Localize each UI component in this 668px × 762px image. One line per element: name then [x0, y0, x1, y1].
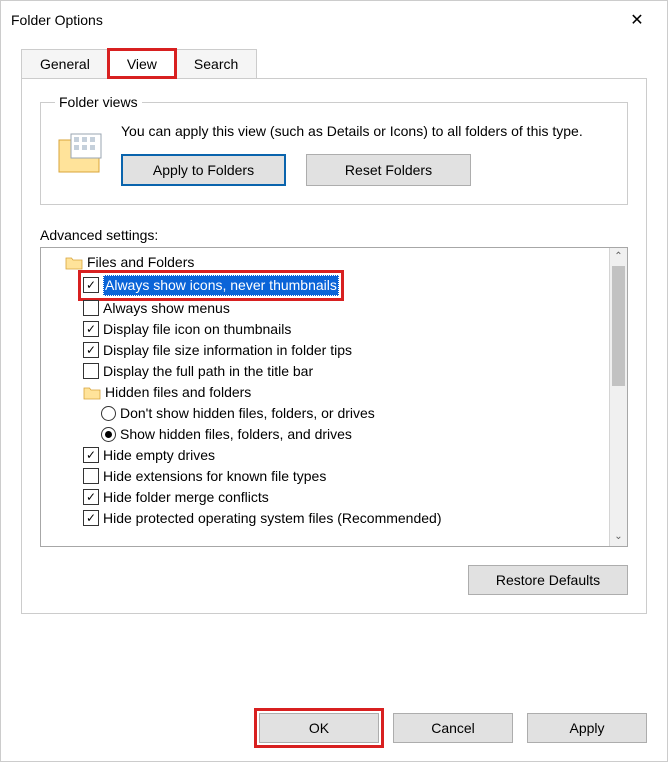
checkbox[interactable] — [83, 363, 99, 379]
tree-row-label: Hide protected operating system files (R… — [103, 508, 442, 529]
tree-row[interactable]: Show hidden files, folders, and drives — [47, 424, 609, 445]
checkbox[interactable]: ✓ — [83, 321, 99, 337]
tree-row[interactable]: ✓Display file size information in folder… — [47, 340, 609, 361]
scroll-track[interactable] — [610, 266, 627, 528]
tree-row-label: Hide empty drives — [103, 445, 215, 466]
scroll-thumb[interactable] — [612, 266, 625, 386]
title-bar: Folder Options ✕ — [1, 1, 667, 39]
folder-icon — [65, 255, 83, 270]
tree-row[interactable]: ✓Hide folder merge conflicts — [47, 487, 609, 508]
tree-row[interactable]: Hide extensions for known file types — [47, 466, 609, 487]
tree-row[interactable]: Hidden files and folders — [47, 382, 609, 403]
checkbox[interactable]: ✓ — [83, 342, 99, 358]
tree-row[interactable]: ✓Always show icons, never thumbnails — [47, 273, 609, 298]
checkbox[interactable]: ✓ — [83, 277, 99, 293]
advanced-settings-box: Files and Folders✓Always show icons, nev… — [40, 247, 628, 547]
close-icon[interactable]: ✕ — [617, 5, 657, 35]
tree-row-label: Display the full path in the title bar — [103, 361, 313, 382]
tree-row-label: Hide extensions for known file types — [103, 466, 326, 487]
tree-row-label: Display file size information in folder … — [103, 340, 352, 361]
restore-defaults-button[interactable]: Restore Defaults — [468, 565, 628, 595]
tree-row[interactable]: Always show menus — [47, 298, 609, 319]
tree-row[interactable]: Files and Folders — [47, 252, 609, 273]
folder-options-window: Folder Options ✕ General View Search Fol… — [0, 0, 668, 762]
dialog-footer: OK Cancel Apply — [1, 699, 667, 761]
tree-row-label: Files and Folders — [87, 252, 194, 273]
apply-button[interactable]: Apply — [527, 713, 647, 743]
tree-row[interactable]: Don't show hidden files, folders, or dri… — [47, 403, 609, 424]
checkbox[interactable]: ✓ — [83, 510, 99, 526]
window-title: Folder Options — [11, 12, 617, 28]
apply-to-folders-button[interactable]: Apply to Folders — [121, 154, 286, 186]
checkbox[interactable] — [83, 300, 99, 316]
tree-row[interactable]: ✓Display file icon on thumbnails — [47, 319, 609, 340]
content-area: General View Search Folder views — [1, 39, 667, 614]
folder-icon — [83, 385, 101, 400]
folder-views-legend: Folder views — [55, 94, 142, 110]
tree-row[interactable]: ✓Hide empty drives — [47, 445, 609, 466]
checkbox[interactable] — [83, 468, 99, 484]
ok-button[interactable]: OK — [259, 713, 379, 743]
tree-row[interactable]: ✓Hide protected operating system files (… — [47, 508, 609, 529]
tree-row-label: Always show icons, never thumbnails — [103, 275, 339, 296]
radio-button[interactable] — [101, 427, 116, 442]
cancel-button[interactable]: Cancel — [393, 713, 513, 743]
folder-views-icon — [55, 126, 107, 178]
tab-search[interactable]: Search — [175, 49, 257, 79]
tree-row-label: Always show menus — [103, 298, 230, 319]
folder-views-description: You can apply this view (such as Details… — [121, 122, 583, 142]
tree-row-label: Hide folder merge conflicts — [103, 487, 269, 508]
tree-row-label: Don't show hidden files, folders, or dri… — [120, 403, 375, 424]
reset-folders-button[interactable]: Reset Folders — [306, 154, 471, 186]
scrollbar[interactable]: ⌃ ⌄ — [609, 248, 627, 546]
checkbox[interactable]: ✓ — [83, 489, 99, 505]
tab-view[interactable]: View — [108, 49, 176, 78]
folder-views-right: You can apply this view (such as Details… — [121, 122, 583, 186]
tree-row-label: Hidden files and folders — [105, 382, 251, 403]
tab-general[interactable]: General — [21, 49, 109, 79]
tree-row-label: Show hidden files, folders, and drives — [120, 424, 352, 445]
radio-button[interactable] — [101, 406, 116, 421]
tab-strip: General View Search — [21, 49, 647, 79]
advanced-settings-tree[interactable]: Files and Folders✓Always show icons, nev… — [41, 248, 609, 546]
folder-views-group: Folder views — [40, 94, 628, 205]
tree-row[interactable]: Display the full path in the title bar — [47, 361, 609, 382]
checkbox[interactable]: ✓ — [83, 447, 99, 463]
tree-row-label: Display file icon on thumbnails — [103, 319, 291, 340]
scroll-up-icon[interactable]: ⌃ — [610, 248, 627, 266]
advanced-settings-label: Advanced settings: — [40, 227, 628, 243]
scroll-down-icon[interactable]: ⌄ — [610, 528, 627, 546]
tab-panel-view: Folder views — [21, 79, 647, 614]
